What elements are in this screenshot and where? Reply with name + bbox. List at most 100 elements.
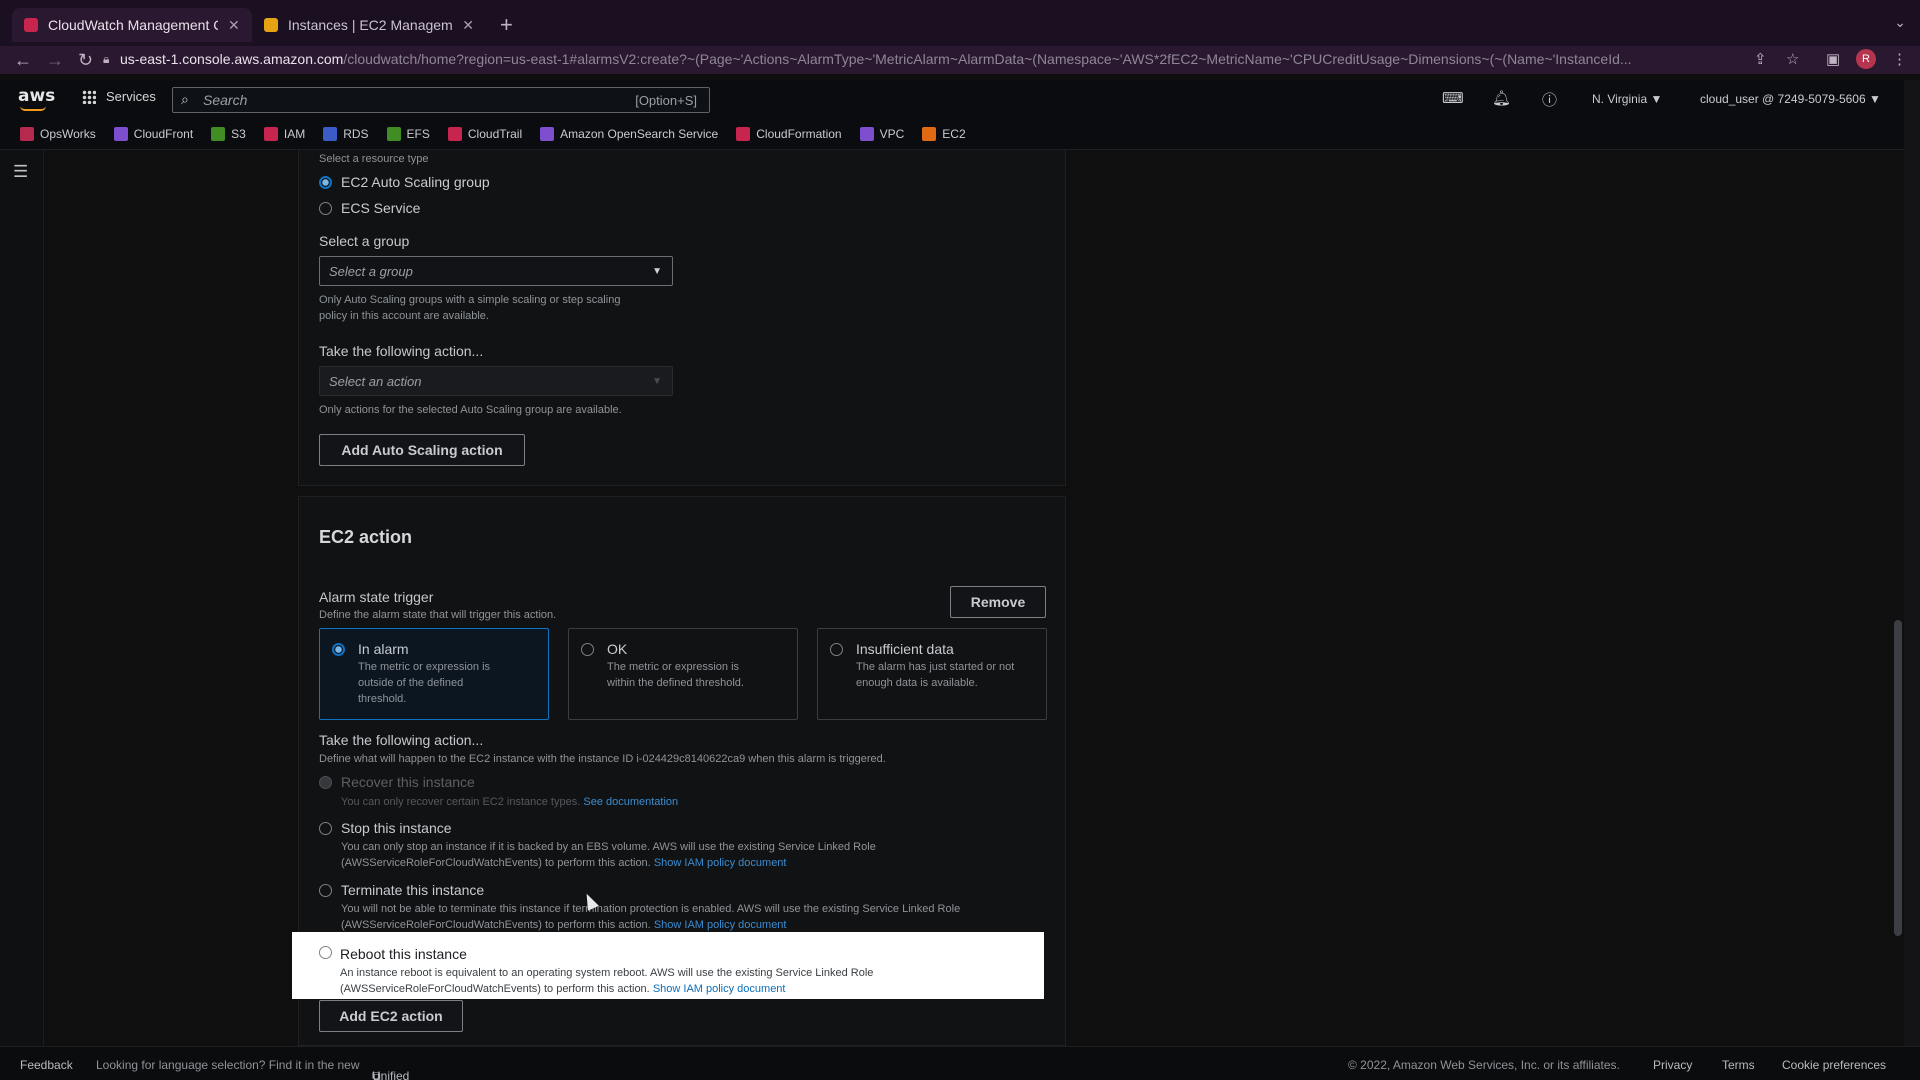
terms-link[interactable]: Terms	[1722, 1058, 1755, 1072]
radio-in-alarm[interactable]	[332, 643, 345, 656]
browser-menu-icon[interactable]: ⋮	[1892, 50, 1907, 68]
language-text: Looking for language selection? Find it …	[96, 1058, 360, 1072]
privacy-link[interactable]: Privacy	[1653, 1058, 1692, 1072]
bookmark-star-icon[interactable]: ☆	[1786, 50, 1799, 68]
radio-ok[interactable]	[581, 643, 594, 656]
aws-header: aws Services ⌕ [Option+S] ⌨ 🔔︎ ⓘ N. Virg…	[0, 80, 1904, 118]
forward-icon[interactable]: →	[46, 50, 64, 71]
cloudshell-icon[interactable]: ⌨	[1442, 89, 1464, 107]
favorite-vpc[interactable]: VPC	[859, 126, 904, 141]
search-input[interactable]	[203, 91, 583, 109]
radio-insufficient-data[interactable]	[830, 643, 843, 656]
reboot-option-highlight: Reboot this instance An instance reboot …	[292, 932, 1044, 999]
alarm-state-trigger-hint: Define the alarm state that will trigger…	[319, 609, 557, 621]
remove-button[interactable]: Remove	[950, 586, 1046, 618]
show-iam-policy-link[interactable]: Show IAM policy document	[654, 857, 787, 869]
state-card-ok[interactable]: OK The metric or expression is within th…	[568, 628, 798, 720]
favorite-efs[interactable]: EFS	[386, 126, 430, 141]
reload-icon[interactable]: ↻	[78, 50, 93, 71]
favorite-s3[interactable]: S3	[211, 126, 246, 141]
browser-tab-bar: CloudWatch Management Con ✕ Instances | …	[0, 0, 1920, 46]
favorite-opsworks[interactable]: OpsWorks	[20, 126, 96, 141]
aws-logo[interactable]: aws	[18, 86, 55, 111]
tab-title: Instances | EC2 Management C	[288, 17, 453, 33]
show-iam-policy-link[interactable]: Show IAM policy document	[654, 919, 787, 931]
page-scrollbar-track[interactable]	[1904, 80, 1920, 1046]
notifications-bell-icon[interactable]: 🔔︎	[1492, 89, 1511, 107]
vpc-icon	[859, 126, 874, 141]
favorite-label: EFS	[406, 126, 430, 141]
opsworks-icon	[20, 126, 34, 141]
favorite-label: EC2	[942, 126, 966, 141]
favorite-opensearch[interactable]: Amazon OpenSearch Service	[540, 126, 718, 141]
terminate-label[interactable]: Terminate this instance	[341, 882, 484, 898]
services-menu-button[interactable]: Services	[82, 89, 156, 104]
show-iam-policy-link[interactable]: Show IAM policy document	[653, 983, 786, 995]
add-autoscaling-action-button[interactable]: Add Auto Scaling action	[319, 434, 525, 466]
favorites-bar: OpsWorks CloudFront S3 IAM RDS EFS Cloud…	[0, 118, 1904, 150]
tab-cloudwatch[interactable]: CloudWatch Management Con ✕	[12, 8, 252, 42]
close-tab-icon[interactable]: ✕	[462, 17, 474, 34]
group-select[interactable]: Select a group ▼	[319, 256, 673, 286]
radio-recover-instance[interactable]	[319, 776, 332, 789]
favorite-ec2[interactable]: EC2	[922, 126, 966, 141]
radio-label-asg[interactable]: EC2 Auto Scaling group	[341, 174, 490, 190]
favorite-label: CloudTrail	[467, 126, 523, 141]
back-icon[interactable]: ←	[14, 50, 32, 71]
recover-desc: You can only recover certain EC2 instanc…	[341, 796, 679, 808]
ec2-icon	[922, 126, 937, 141]
favorite-label: OpsWorks	[40, 126, 96, 141]
add-ec2-action-button[interactable]: Add EC2 action	[319, 1000, 463, 1032]
page-scrollbar-thumb[interactable]	[1894, 620, 1902, 936]
favorite-cloudtrail[interactable]: CloudTrail	[447, 126, 523, 141]
radio-ec2-autoscaling-group[interactable]	[319, 176, 332, 189]
sidebar-icon[interactable]: ▣	[1826, 50, 1840, 68]
favorite-cloudformation[interactable]: CloudFormation	[736, 126, 842, 141]
favorite-iam[interactable]: IAM	[263, 126, 305, 141]
help-icon[interactable]: ⓘ	[1542, 89, 1557, 110]
stop-label[interactable]: Stop this instance	[341, 820, 452, 836]
state-title: Insufficient data	[856, 641, 954, 657]
ec2-action-title: EC2 action	[319, 527, 413, 547]
tab-ec2-instances[interactable]: Instances | EC2 Management C ✕	[252, 8, 486, 42]
ec2-favicon-icon	[264, 18, 278, 32]
radio-reboot-instance[interactable]	[319, 946, 332, 959]
console-footer: Feedback Looking for language selection?…	[0, 1046, 1920, 1080]
reboot-label[interactable]: Reboot this instance	[340, 946, 467, 962]
account-menu[interactable]: cloud_user @ 7249-5079-5606 ▼	[1700, 92, 1881, 106]
search-box[interactable]: ⌕ [Option+S]	[172, 87, 710, 113]
resource-type-label: Select a resource type	[319, 153, 429, 165]
autoscaling-action-select[interactable]: Select an action ▼	[319, 366, 673, 396]
opensearch-icon	[540, 126, 555, 141]
group-label: Select a group	[319, 233, 410, 249]
favorite-cloudfront[interactable]: CloudFront	[113, 126, 193, 141]
radio-terminate-instance[interactable]	[319, 884, 332, 897]
state-card-insufficient-data[interactable]: Insufficient data The alarm has just sta…	[817, 628, 1047, 720]
share-icon[interactable]: ⇪	[1754, 50, 1767, 68]
radio-label-ecs[interactable]: ECS Service	[341, 200, 420, 216]
tab-list-icon[interactable]: ⌄	[1894, 14, 1906, 31]
state-title: In alarm	[358, 641, 409, 657]
group-hint-1: Only Auto Scaling groups with a simple s…	[319, 294, 621, 306]
region-selector[interactable]: N. Virginia ▼	[1592, 92, 1662, 106]
feedback-link[interactable]: Feedback	[20, 1058, 73, 1072]
lock-icon[interactable]: 🔒︎	[103, 52, 109, 67]
new-tab-button[interactable]: +	[500, 12, 513, 38]
state-desc: The metric or expression is outside of t…	[358, 661, 491, 705]
terminate-desc-2: (AWSServiceRoleForCloudWatchEvents) to p…	[341, 919, 787, 931]
autoscaling-action-label: Take the following action...	[319, 343, 484, 359]
cookie-preferences-link[interactable]: Cookie preferences	[1782, 1058, 1886, 1072]
profile-avatar[interactable]: R	[1856, 49, 1876, 69]
url-field[interactable]: us-east-1.console.aws.amazon.com/cloudwa…	[120, 51, 1740, 67]
radio-ecs-service[interactable]	[319, 202, 332, 215]
cloudfront-icon	[113, 126, 128, 141]
radio-stop-instance[interactable]	[319, 822, 332, 835]
close-tab-icon[interactable]: ✕	[228, 17, 240, 34]
hamburger-menu-icon[interactable]: ☰	[13, 162, 28, 182]
search-shortcut-hint: [Option+S]	[635, 93, 697, 108]
state-card-in-alarm[interactable]: In alarm The metric or expression is out…	[319, 628, 549, 720]
recover-label: Recover this instance	[341, 774, 475, 790]
see-documentation-link[interactable]: See documentation	[583, 796, 678, 808]
favorite-rds[interactable]: RDS	[323, 126, 369, 141]
reboot-desc: An instance reboot is equivalent to an o…	[340, 967, 874, 995]
